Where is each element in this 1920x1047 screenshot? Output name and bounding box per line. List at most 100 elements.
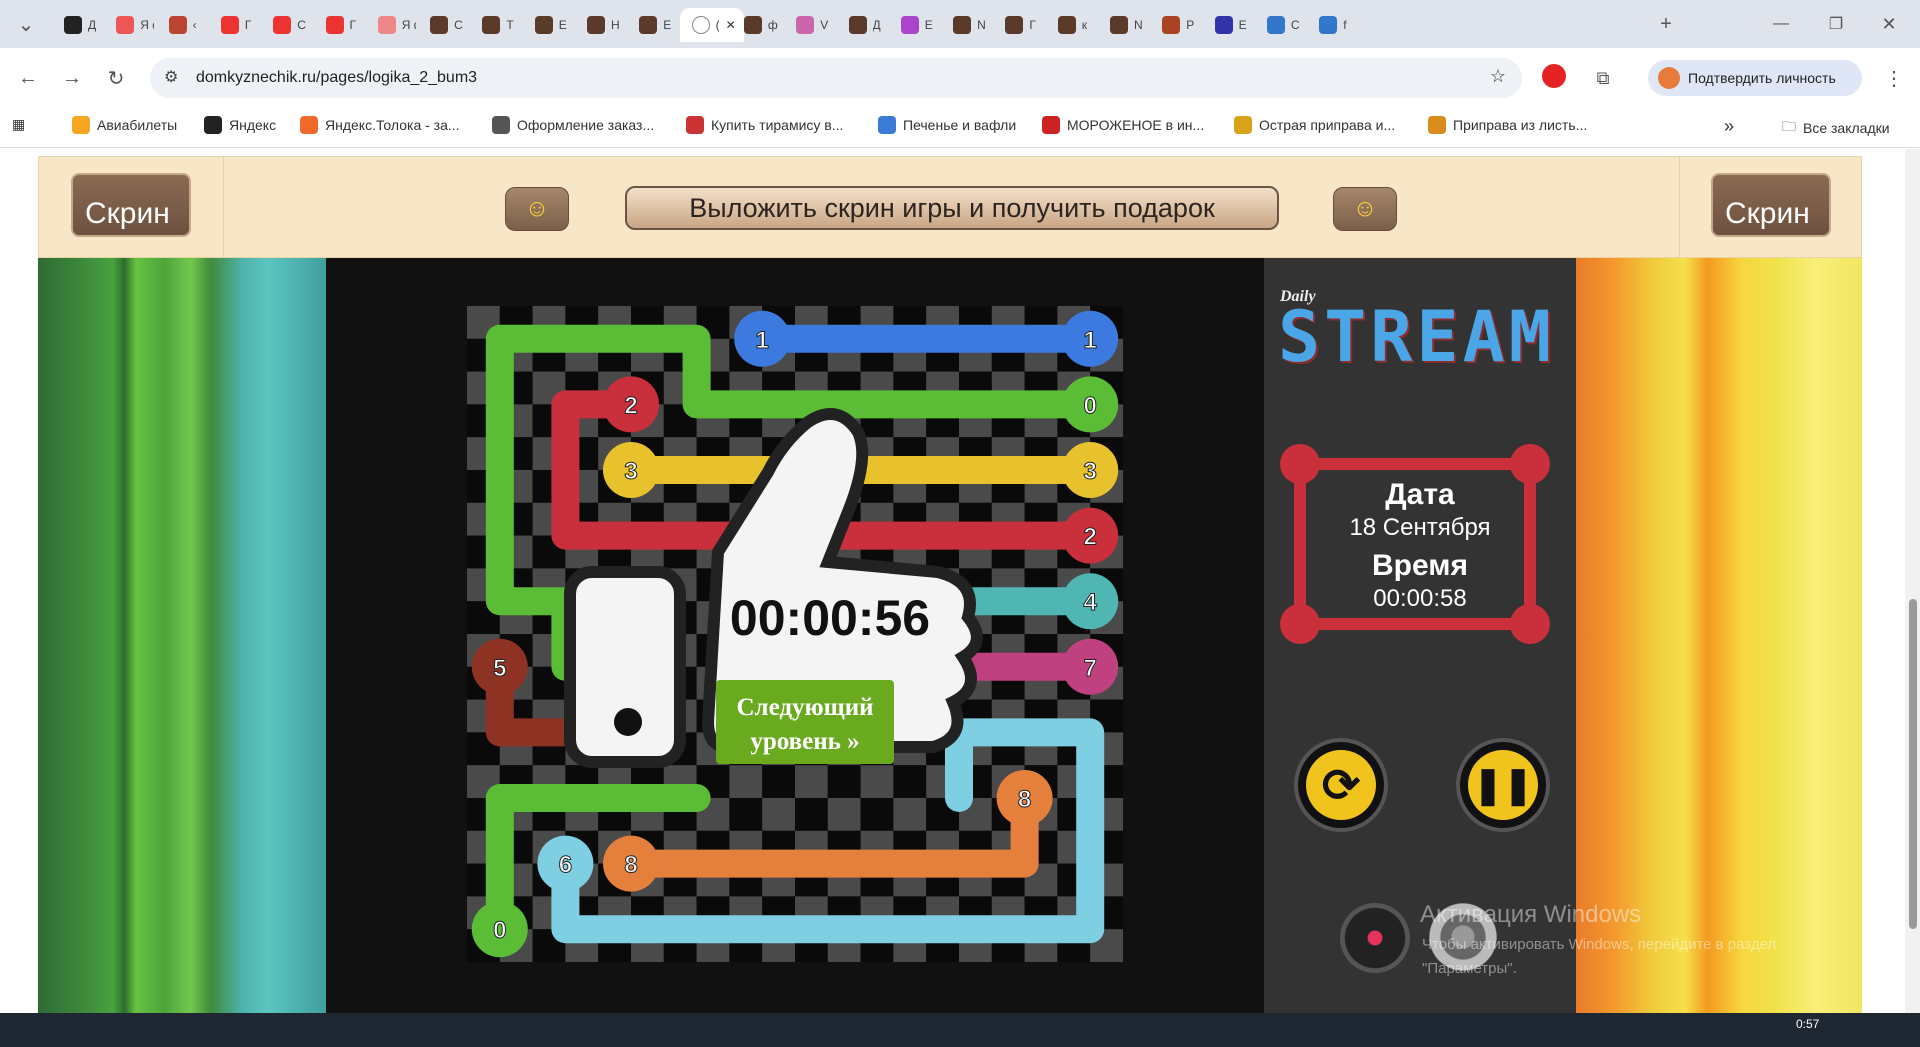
bookmark-item[interactable]: Печенье и вафли bbox=[878, 116, 1016, 134]
opera-icon[interactable] bbox=[1542, 64, 1566, 88]
forward-icon[interactable]: → bbox=[56, 62, 88, 94]
bookmark-favicon-icon bbox=[686, 116, 704, 134]
screenshot-button-left[interactable]: Скрин bbox=[71, 173, 191, 237]
tab-item[interactable]: Р bbox=[1150, 8, 1200, 42]
bookmark-favicon-icon bbox=[300, 116, 318, 134]
tab-item[interactable]: С bbox=[1255, 8, 1305, 42]
tab-item[interactable]: к bbox=[1046, 8, 1096, 42]
tab-item[interactable]: Ν bbox=[941, 8, 991, 42]
all-bookmarks-label: Все закладки bbox=[1803, 120, 1890, 136]
screenshot-button-right[interactable]: Скрин bbox=[1711, 173, 1831, 237]
flow-node-label: 1 bbox=[1084, 327, 1097, 354]
bookmark-item[interactable]: МОРОЖЕНОЕ в ин... bbox=[1042, 116, 1204, 134]
bookmark-item[interactable]: Приправа из листь... bbox=[1428, 116, 1587, 134]
back-icon[interactable]: ← bbox=[12, 62, 44, 94]
tab-item[interactable]: Я ф bbox=[104, 8, 154, 42]
board-cell bbox=[762, 798, 795, 831]
extensions-icon[interactable]: ⧉ bbox=[1587, 62, 1619, 94]
flow-node[interactable]: 5 bbox=[471, 638, 528, 695]
tab-item[interactable]: Е bbox=[523, 8, 573, 42]
maximize-icon[interactable]: ❐ bbox=[1820, 8, 1852, 40]
info-frame bbox=[1280, 444, 1550, 644]
tab-item[interactable]: ‹ bbox=[157, 8, 207, 42]
share-screenshot-button[interactable]: Выложить скрин игры и получить подарок bbox=[625, 186, 1279, 230]
flow-node[interactable]: 2 bbox=[1062, 507, 1119, 564]
flow-node[interactable]: 0 bbox=[471, 901, 528, 958]
smile-icon-right: ☺ bbox=[1333, 187, 1397, 231]
reload-icon[interactable]: ↻ bbox=[100, 62, 132, 94]
new-tab-button[interactable]: + bbox=[1650, 8, 1682, 40]
share-label: Выложить скрин игры и получить подарок bbox=[689, 192, 1215, 223]
all-bookmarks[interactable]: 🗀 Все закладки bbox=[1782, 116, 1890, 140]
tab-item[interactable]: Д bbox=[52, 8, 102, 42]
tab-item[interactable]: Е bbox=[627, 8, 677, 42]
apps-icon[interactable]: ▦ bbox=[12, 116, 25, 133]
tab-item[interactable]: Д bbox=[837, 8, 887, 42]
tab-item[interactable]: С bbox=[261, 8, 311, 42]
bookmark-favicon-icon bbox=[204, 116, 222, 134]
flow-node[interactable]: 6 bbox=[537, 835, 594, 892]
tab-item[interactable]: V bbox=[784, 8, 834, 42]
restart-button[interactable]: ⟳ bbox=[1294, 738, 1388, 832]
next-level-label-2: уровень » bbox=[750, 728, 859, 755]
site-info-icon[interactable]: ⚙ bbox=[164, 67, 178, 87]
tab-item[interactable]: Е bbox=[1203, 8, 1253, 42]
scroll-thumb[interactable] bbox=[1909, 599, 1917, 929]
flow-node[interactable]: 0 bbox=[1062, 376, 1119, 433]
tab-item[interactable]: Г bbox=[209, 8, 259, 42]
flow-node[interactable]: 8 bbox=[996, 770, 1053, 826]
flow-node[interactable]: 1 bbox=[734, 310, 791, 367]
tab-item[interactable]: Т bbox=[470, 8, 520, 42]
tab-item[interactable]: Е bbox=[889, 8, 939, 42]
flow-node[interactable]: 4 bbox=[1062, 573, 1119, 630]
bookmark-item[interactable]: Оформление заказ... bbox=[492, 116, 654, 134]
flow-node[interactable]: 3 bbox=[1062, 442, 1119, 498]
tab-item[interactable]: Я ф bbox=[366, 8, 416, 42]
bookmark-favicon-icon bbox=[1234, 116, 1252, 134]
bookmark-item[interactable]: Авиабилеты bbox=[72, 116, 177, 134]
music-toggle-icon[interactable] bbox=[1340, 903, 1410, 973]
tab-title: Е bbox=[924, 18, 933, 32]
browser-toolbar: ← → ↻ ⚙ domkyznechik.ru/pages/logika_2_b… bbox=[0, 48, 1920, 108]
tab-title: Р bbox=[1186, 18, 1195, 32]
page-scrollbar[interactable] bbox=[1905, 149, 1920, 1013]
bookmark-favicon-icon bbox=[1042, 116, 1060, 134]
tab-item[interactable]: ф bbox=[732, 8, 782, 42]
tab-item[interactable]: Н bbox=[575, 8, 625, 42]
divider bbox=[223, 157, 224, 259]
address-bar[interactable]: ⚙ domkyznechik.ru/pages/logika_2_bum3 ☆ bbox=[150, 58, 1522, 98]
close-window-icon[interactable]: ✕ bbox=[1873, 8, 1905, 40]
tab-item[interactable]: Г bbox=[314, 8, 364, 42]
flow-node[interactable]: 7 bbox=[1062, 638, 1119, 695]
tab-item[interactable]: С bbox=[418, 8, 468, 42]
screenshot-label-right: Скрин bbox=[1725, 197, 1810, 230]
tab-title: Я ф bbox=[401, 18, 416, 32]
bookmark-item[interactable]: Яндекс bbox=[204, 116, 276, 134]
flow-node[interactable]: 8 bbox=[603, 835, 659, 892]
bookmark-item[interactable]: Острая приправа и... bbox=[1234, 116, 1395, 134]
pause-button[interactable]: ❚❚ bbox=[1456, 738, 1550, 832]
bookmark-item[interactable]: Купить тирамису в... bbox=[686, 116, 843, 134]
bookmark-label: Приправа из листь... bbox=[1453, 117, 1588, 133]
menu-icon[interactable]: ⋮ bbox=[1878, 62, 1910, 94]
verify-identity-button[interactable]: Подтвердить личность bbox=[1648, 60, 1862, 96]
tab-favicon-icon bbox=[430, 16, 449, 34]
tab-item[interactable]: Ν bbox=[1098, 8, 1148, 42]
flow-node-label: 4 bbox=[1084, 589, 1098, 616]
tab-favicon-icon bbox=[1162, 16, 1181, 34]
bookmark-star-icon[interactable]: ☆ bbox=[1490, 66, 1506, 87]
activation-watermark-text: Чтобы активировать Windows, перейдите в … bbox=[1422, 933, 1776, 981]
flow-node-label: 0 bbox=[1084, 392, 1097, 419]
flow-node-label: 0 bbox=[493, 917, 506, 944]
tab-favicon-icon bbox=[1266, 16, 1285, 34]
bookmark-label: Купить тирамису в... bbox=[711, 117, 844, 133]
tab-search-icon[interactable]: ⌄ bbox=[10, 8, 42, 40]
flow-node[interactable]: 1 bbox=[1062, 310, 1119, 367]
minimize-icon[interactable]: — bbox=[1765, 8, 1797, 40]
bookmark-item[interactable]: Яндекс.Толока - за... bbox=[300, 116, 460, 134]
more-bookmarks-icon[interactable]: » bbox=[1724, 116, 1734, 137]
pause-icon: ❚❚ bbox=[1468, 750, 1538, 820]
tab-favicon-icon bbox=[534, 16, 553, 34]
tab-item[interactable]: f bbox=[1307, 8, 1357, 42]
tab-item[interactable]: Г bbox=[993, 8, 1043, 42]
